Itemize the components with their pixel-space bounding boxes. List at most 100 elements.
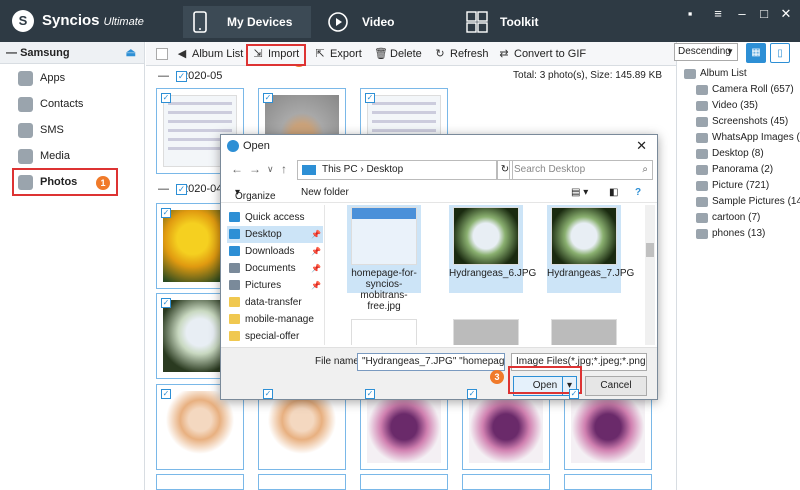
menu-icon[interactable]: ≡ [710, 6, 726, 21]
sidebar-item-contacts[interactable]: Contacts [18, 93, 83, 115]
album-icon [684, 69, 696, 79]
path-breadcrumb[interactable]: This PC › Desktop [297, 160, 497, 180]
photo-checkbox[interactable]: ✓ [569, 389, 579, 399]
export-button[interactable]: ⇱ Export [314, 46, 361, 62]
group-checkbox[interactable]: ✓ [176, 184, 187, 195]
photo-thumb[interactable] [258, 474, 346, 490]
device-row[interactable]: — Samsung ⏏ [0, 42, 144, 64]
album-item[interactable]: Video (35) [696, 98, 758, 114]
cancel-button[interactable]: Cancel [585, 376, 647, 396]
photo-thumb[interactable] [462, 474, 550, 490]
tab-toolkit[interactable]: Toolkit [456, 6, 566, 38]
album-item[interactable]: WhatsApp Images (3) [696, 130, 800, 146]
photo-checkbox[interactable]: ✓ [161, 298, 171, 308]
collapse-icon[interactable]: — [158, 67, 169, 85]
sidebar-item-sms[interactable]: SMS [18, 119, 64, 141]
tree-item[interactable]: special-offer [227, 328, 323, 345]
file-item[interactable]: Hydrangeas_7.JPG [547, 205, 634, 293]
album-item[interactable]: Panorama (2) [696, 162, 773, 178]
up-icon[interactable]: ↑ [281, 162, 287, 176]
feedback-icon[interactable]: ▪ [682, 6, 698, 21]
recent-chevron-icon[interactable]: ∨ [267, 164, 274, 175]
folder-icon [696, 133, 708, 143]
new-folder-button[interactable]: New folder [301, 187, 349, 198]
file-thumbnail [551, 319, 617, 345]
pictures-icon [229, 280, 240, 290]
preview-pane-icon[interactable]: ◧ [609, 187, 618, 198]
group-date: 2020-05 [182, 70, 223, 82]
photo-checkbox[interactable]: ✓ [161, 93, 171, 103]
collapse-icon[interactable]: — [158, 180, 169, 198]
photo-checkbox[interactable]: ✓ [365, 93, 375, 103]
folder-icon [229, 314, 240, 324]
photo-thumb[interactable] [156, 474, 244, 490]
album-list-button[interactable]: ◀ Album List [176, 46, 244, 62]
folder-icon [696, 181, 708, 191]
scroll-thumb[interactable] [646, 243, 654, 257]
group-checkbox[interactable]: ✓ [176, 71, 187, 82]
album-item[interactable]: phones (13) [696, 226, 765, 242]
documents-icon [229, 263, 240, 273]
dialog-toolbar: Organize ▾ New folder ▤ ▾ ◧ ? [221, 183, 657, 203]
step-badge-1: 1 [96, 176, 110, 190]
back-icon[interactable]: ← [231, 162, 243, 176]
phone-view-icon[interactable]: ▯ [770, 43, 790, 63]
view-options-icon[interactable]: ▤ ▾ [571, 187, 588, 198]
photo-checkbox[interactable]: ✓ [263, 93, 273, 103]
file-thumbnail [453, 319, 519, 345]
delete-button[interactable]: 🗑 Delete [374, 46, 422, 62]
album-item[interactable]: Camera Roll (657) [696, 82, 794, 98]
eject-icon[interactable]: ⏏ [126, 42, 136, 64]
tree-item[interactable]: Pictures 📌 [227, 277, 323, 294]
tab-my-devices[interactable]: My Devices [183, 6, 311, 38]
help-icon[interactable]: ? [635, 187, 641, 198]
album-item[interactable]: cartoon (7) [696, 210, 760, 226]
photo-checkbox[interactable]: ✓ [161, 389, 171, 399]
file-item[interactable] [449, 317, 523, 345]
file-item[interactable]: Hydrangeas_6.JPG [449, 205, 536, 293]
tree-item[interactable]: Desktop 📌 [227, 226, 323, 243]
trash-icon: 🗑 [374, 48, 388, 60]
toolkit-icon [466, 11, 488, 33]
sidebar-item-media[interactable]: Media [18, 145, 70, 167]
convert-gif-button[interactable]: ⇄ Convert to GIF [498, 46, 586, 62]
search-input[interactable]: Search Desktop ⌕ [509, 160, 653, 180]
tree-item[interactable]: Quick access [227, 209, 323, 226]
sort-select[interactable]: Descending ▼ [674, 43, 738, 61]
tree-item[interactable]: mobile-manage [227, 311, 323, 328]
photo-checkbox[interactable]: ✓ [467, 389, 477, 399]
sidebar-item-apps[interactable]: Apps [18, 67, 65, 89]
minimize-icon[interactable]: – [734, 6, 750, 21]
album-item[interactable]: Screenshots (45) [696, 114, 788, 130]
refresh-button[interactable]: ↻ Refresh [434, 46, 488, 62]
album-item[interactable]: Sample Pictures (14) [696, 194, 800, 210]
tree-item[interactable]: Documents 📌 [227, 260, 323, 277]
album-list-header[interactable]: Album List [684, 66, 747, 82]
forward-icon[interactable]: → [249, 162, 261, 176]
tree-item[interactable]: Downloads 📌 [227, 243, 323, 260]
file-name-input[interactable]: "Hydrangeas_7.JPG" "homepage-f [357, 353, 505, 371]
album-item[interactable]: Desktop (8) [696, 146, 764, 162]
photo-checkbox[interactable]: ✓ [161, 208, 171, 218]
photo-checkbox[interactable]: ✓ [365, 389, 375, 399]
calendar-view-icon[interactable]: ▦ [746, 43, 766, 63]
album-item[interactable]: Picture (721) [696, 178, 769, 194]
file-item[interactable]: amazon music [347, 317, 421, 345]
photo-thumb[interactable] [360, 474, 448, 490]
tab-video-downloader[interactable]: Video Downloader [318, 6, 452, 61]
tree-item[interactable]: data-transfer [227, 294, 323, 311]
dialog-close-icon[interactable]: ✕ [636, 135, 647, 157]
select-all-checkbox[interactable] [156, 46, 172, 62]
file-item[interactable]: homepage-for-syncios-mobitrans-free.jpg [347, 205, 421, 312]
chevron-down-icon: ▼ [726, 47, 734, 56]
maximize-icon[interactable]: □ [756, 6, 772, 21]
close-icon[interactable]: ✕ [778, 6, 794, 22]
file-item[interactable] [547, 317, 621, 345]
toolbar: ◀ Album List ⇲ Import ⇱ Export 🗑 Delete ↻ Ref… [146, 42, 676, 66]
sidebar-item-photos[interactable]: Photos [18, 171, 77, 193]
photo-checkbox[interactable]: ✓ [263, 389, 273, 399]
organize-button[interactable]: Organize ▾ [235, 187, 276, 202]
file-scrollbar[interactable] [645, 205, 655, 345]
photo-thumb[interactable] [564, 474, 652, 490]
video-icon [696, 101, 708, 111]
